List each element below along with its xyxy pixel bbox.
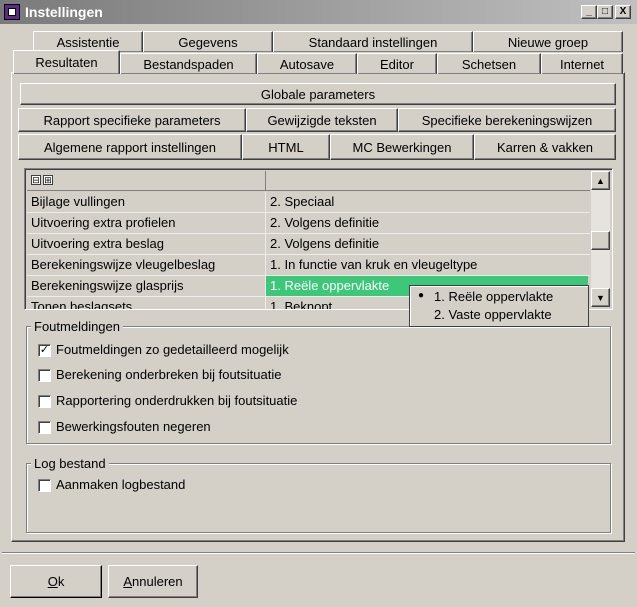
subtab-rapport-specifieke-parameters[interactable]: Rapport specifieke parameters (18, 108, 246, 132)
title-bar: Instellingen _ □ X (0, 0, 637, 24)
checkbox-label: Aanmaken logbestand (56, 477, 186, 492)
scroll-down-button[interactable]: ▼ (591, 288, 610, 307)
dropdown-option[interactable]: 2. Vaste oppervlakte (434, 307, 552, 322)
checkbox-rapportering-onderdrukken[interactable] (38, 395, 51, 408)
grid-row-name: Bijlage vullingen (27, 192, 266, 213)
grid-row-name: Uitvoering extra beslag (27, 234, 266, 255)
checkbox-foutmeldingen-gedetailleerd[interactable]: ✓ (38, 344, 51, 357)
dropdown-selected-bullet: ● (418, 290, 425, 301)
grid-row-name: Berekeningswijze vleugelbeslag (27, 255, 266, 276)
tab-resultaten[interactable]: Resultaten (13, 50, 120, 74)
tab-standaard-instellingen[interactable]: Standaard instellingen (273, 31, 473, 52)
grid-row-value[interactable]: 2. Speciaal (266, 192, 590, 213)
tab-internet[interactable]: Internet (541, 53, 623, 74)
tab-assistentie[interactable]: Assistentie (33, 31, 143, 52)
grid-header: ⊟ ⊞ (27, 171, 590, 191)
checkbox-label: Rapportering onderdrukken bij foutsituat… (56, 393, 298, 408)
grid-row-name: Tonen beslagsets (27, 297, 266, 309)
grid-row-value[interactable]: 2. Volgens definitie (266, 213, 590, 234)
tab-editor[interactable]: Editor (357, 53, 437, 74)
subtab-karren-vakken[interactable]: Karren & vakken (474, 134, 616, 160)
ok-button-label: k (57, 574, 65, 589)
dropdown-option[interactable]: 1. Reële oppervlakte (434, 289, 553, 304)
tab-gegevens[interactable]: Gegevens (143, 31, 273, 52)
cancel-button[interactable]: Annuleren (108, 565, 198, 598)
minimize-button[interactable]: _ (581, 5, 597, 19)
subtab-gewijzigde-teksten[interactable]: Gewijzigde teksten (246, 108, 398, 132)
grid-row-name: Uitvoering extra profielen (27, 213, 266, 234)
logbestand-group (26, 463, 611, 533)
cancel-button-mnemonic: A (123, 574, 133, 589)
cancel-button-label: nnuleren (132, 574, 183, 589)
checkbox-label: Bewerkingsfouten negeren (56, 419, 211, 434)
window-title: Instellingen (25, 4, 103, 20)
ok-button-mnemonic: O (47, 574, 58, 589)
tab-schetsen[interactable]: Schetsen (437, 53, 541, 74)
subtab-algemene-rapport-instellingen[interactable]: Algemene rapport instellingen (18, 134, 242, 160)
bottom-separator (2, 552, 635, 554)
maximize-button[interactable]: □ (597, 5, 613, 19)
grid-header-divider (265, 171, 266, 191)
foutmeldingen-group-title: Foutmeldingen (31, 319, 123, 334)
grid-scrollbar[interactable]: ▲ ▼ (591, 171, 610, 307)
subtab-html[interactable]: HTML (242, 134, 330, 160)
grid-row-name: Berekeningswijze glasprijs (27, 276, 266, 297)
grid-row-value[interactable]: 2. Volgens definitie (266, 234, 590, 255)
expand-all-icon[interactable]: ⊞ (43, 175, 53, 185)
tab-bestandspaden[interactable]: Bestandspaden (120, 53, 257, 74)
scroll-thumb[interactable] (591, 231, 610, 250)
logbestand-group-title: Log bestand (31, 456, 109, 471)
tab-autosave[interactable]: Autosave (257, 53, 357, 74)
checkbox-bewerkingsfouten-negeren[interactable] (38, 421, 51, 434)
subtab-mc-bewerkingen[interactable]: MC Bewerkingen (330, 134, 474, 160)
scroll-up-button[interactable]: ▲ (591, 171, 610, 190)
subtab-specifieke-berekeningswijzen[interactable]: Specifieke berekeningswijzen (398, 108, 616, 132)
collapse-all-icon[interactable]: ⊟ (31, 175, 41, 185)
checkbox-label: Foutmeldingen zo gedetailleerd mogelijk (56, 342, 289, 357)
ok-button[interactable]: Ok (10, 565, 102, 598)
checkbox-berekening-onderbreken[interactable] (38, 369, 51, 382)
checkbox-aanmaken-logbestand[interactable] (38, 479, 51, 492)
close-button[interactable]: X (615, 5, 631, 19)
tab-nieuwe-groep[interactable]: Nieuwe groep (473, 31, 623, 52)
value-dropdown: ● 1. Reële oppervlakte 2. Vaste oppervla… (409, 285, 589, 327)
app-icon (4, 4, 20, 20)
grid-row-value[interactable]: 1. In functie van kruk en vleugeltype (266, 255, 590, 276)
subtab-globale-parameters[interactable]: Globale parameters (20, 83, 616, 105)
checkbox-label: Berekening onderbreken bij foutsituatie (56, 367, 282, 382)
